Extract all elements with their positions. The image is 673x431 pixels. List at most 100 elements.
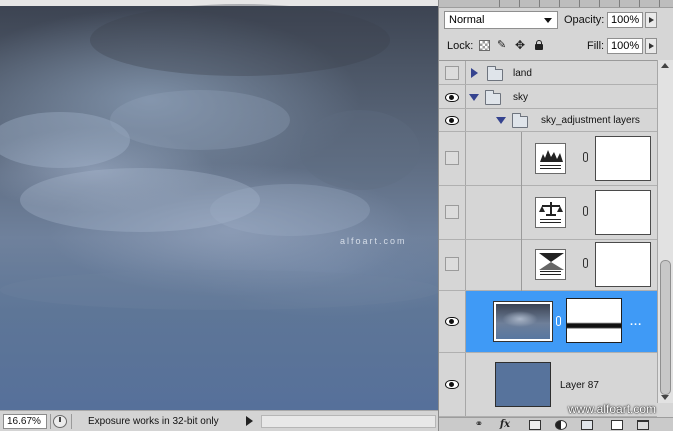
- layer-name: Layer 87: [560, 380, 599, 391]
- link-icon[interactable]: [583, 152, 588, 162]
- document-canvas[interactable]: alfoart.com: [0, 0, 438, 410]
- status-menu-arrow-icon[interactable]: [246, 416, 253, 426]
- lock-all-icon[interactable]: [535, 40, 543, 50]
- visibility-cell[interactable]: [439, 353, 466, 416]
- site-watermark: www.alfoart.com: [568, 402, 657, 416]
- visibility-off-box[interactable]: [445, 66, 459, 80]
- tab-divider: [519, 0, 520, 7]
- layer-thumbnail[interactable]: [493, 301, 553, 342]
- visibility-cell[interactable]: [439, 291, 466, 352]
- layer-name: sky_adjustment layers: [541, 115, 640, 126]
- scroll-down-icon[interactable]: [661, 395, 669, 400]
- folder-icon: [485, 90, 501, 105]
- layer-mask-thumbnail[interactable]: [566, 298, 622, 343]
- indent-guide: [521, 240, 522, 291]
- opacity-label: Opacity:: [564, 14, 605, 26]
- folder-icon: [512, 113, 528, 128]
- status-info-icon[interactable]: [53, 415, 67, 428]
- layer-row-land[interactable]: land: [439, 61, 657, 85]
- zoom-field[interactable]: 16.67%: [3, 414, 47, 429]
- link-layers-icon[interactable]: ⚭: [473, 420, 485, 430]
- layer-row-sky-adjustment-layers[interactable]: sky_adjustment layers: [439, 109, 657, 132]
- tab-divider: [639, 0, 640, 7]
- visibility-cell[interactable]: [439, 61, 466, 84]
- indent-guide: [521, 132, 522, 186]
- lock-position-icon[interactable]: ✥: [515, 39, 526, 51]
- horizontal-scrollbar[interactable]: [261, 415, 436, 428]
- new-layer-icon[interactable]: [611, 420, 623, 430]
- visibility-off-box[interactable]: [445, 205, 459, 219]
- layer-thumbnail[interactable]: [495, 362, 551, 407]
- chevron-down-icon: [544, 18, 552, 23]
- lock-image-pixels-icon[interactable]: ✎: [497, 40, 508, 51]
- layer-name: sky: [513, 92, 528, 103]
- tab-divider: [619, 0, 620, 7]
- cloud-texture: [0, 4, 438, 310]
- link-icon[interactable]: [583, 258, 588, 268]
- canvas-watermark: alfoart.com: [340, 236, 407, 246]
- slider-graphic: [540, 165, 561, 169]
- visibility-cell[interactable]: [439, 109, 466, 131]
- eye-icon[interactable]: [445, 116, 459, 125]
- slider-graphic: [540, 271, 561, 275]
- layer-row-adjustment[interactable]: [439, 240, 657, 291]
- photoshop-window: alfoart.com 16.67% Exposure works in 32-…: [0, 0, 673, 431]
- gradient-graphic: [539, 253, 564, 270]
- tab-divider: [539, 0, 540, 7]
- trash-icon[interactable]: [637, 420, 649, 430]
- visibility-cell[interactable]: [439, 186, 466, 239]
- layer-options-dots[interactable]: ...: [630, 316, 642, 328]
- opacity-field[interactable]: 100%: [607, 12, 643, 28]
- fx-icon[interactable]: fx: [499, 420, 511, 430]
- scrollbar-thumb[interactable]: [660, 260, 671, 395]
- layers-bottom-toolbar: ⚭ fx: [439, 417, 673, 431]
- balance-icon[interactable]: [535, 197, 566, 228]
- histogram-graphic: [540, 150, 563, 162]
- status-separator: [50, 414, 51, 429]
- layer-mask-thumbnail[interactable]: [595, 136, 651, 181]
- layer-mask-thumbnail[interactable]: [595, 242, 651, 287]
- folder-icon: [487, 66, 503, 81]
- layer-row-sky[interactable]: sky: [439, 85, 657, 109]
- visibility-cell[interactable]: [439, 132, 466, 185]
- eye-icon[interactable]: [445, 317, 459, 326]
- levels-icon[interactable]: [535, 143, 566, 174]
- visibility-cell[interactable]: [439, 85, 466, 108]
- opacity-slider-button[interactable]: [645, 12, 657, 28]
- lock-transparent-pixels-icon[interactable]: [479, 40, 490, 51]
- new-group-icon[interactable]: [581, 420, 593, 430]
- link-icon[interactable]: [556, 316, 561, 326]
- visibility-off-box[interactable]: [445, 257, 459, 271]
- layer-row-adjustment[interactable]: [439, 186, 657, 240]
- add-mask-icon[interactable]: [529, 420, 541, 430]
- layers-scrollbar[interactable]: [657, 60, 673, 403]
- link-icon[interactable]: [583, 206, 588, 216]
- blend-mode-select[interactable]: Normal: [444, 11, 558, 29]
- scale-graphic: [539, 202, 563, 216]
- layer-row-adjustment[interactable]: [439, 132, 657, 186]
- visibility-cell[interactable]: [439, 240, 466, 290]
- expand-arrow-icon[interactable]: [471, 68, 478, 78]
- layer-mask-thumbnail[interactable]: [595, 190, 651, 235]
- layer-row-selected-image[interactable]: ...: [439, 291, 657, 353]
- gradient-map-icon[interactable]: [535, 249, 566, 280]
- collapse-arrow-icon[interactable]: [469, 94, 479, 101]
- eye-icon[interactable]: [445, 380, 459, 389]
- status-message: Exposure works in 32-bit only: [88, 416, 219, 427]
- eye-icon[interactable]: [445, 93, 459, 102]
- layers-panel: Normal Opacity: 100% Lock: ✎ ✥ Fill: 100…: [438, 0, 673, 431]
- panel-tab-strip[interactable]: [439, 0, 673, 8]
- scroll-up-icon[interactable]: [661, 63, 669, 68]
- tab-divider: [579, 0, 580, 7]
- indent-guide: [521, 186, 522, 240]
- adjustment-layer-icon[interactable]: [555, 420, 567, 430]
- visibility-off-box[interactable]: [445, 151, 459, 165]
- collapse-arrow-icon[interactable]: [496, 117, 506, 124]
- tab-divider: [599, 0, 600, 7]
- slider-graphic: [540, 219, 561, 223]
- blend-mode-value: Normal: [449, 14, 485, 26]
- status-bar: 16.67% Exposure works in 32-bit only: [0, 410, 438, 431]
- tab-divider: [559, 0, 560, 7]
- fill-field[interactable]: 100%: [607, 38, 643, 54]
- fill-slider-button[interactable]: [645, 38, 657, 54]
